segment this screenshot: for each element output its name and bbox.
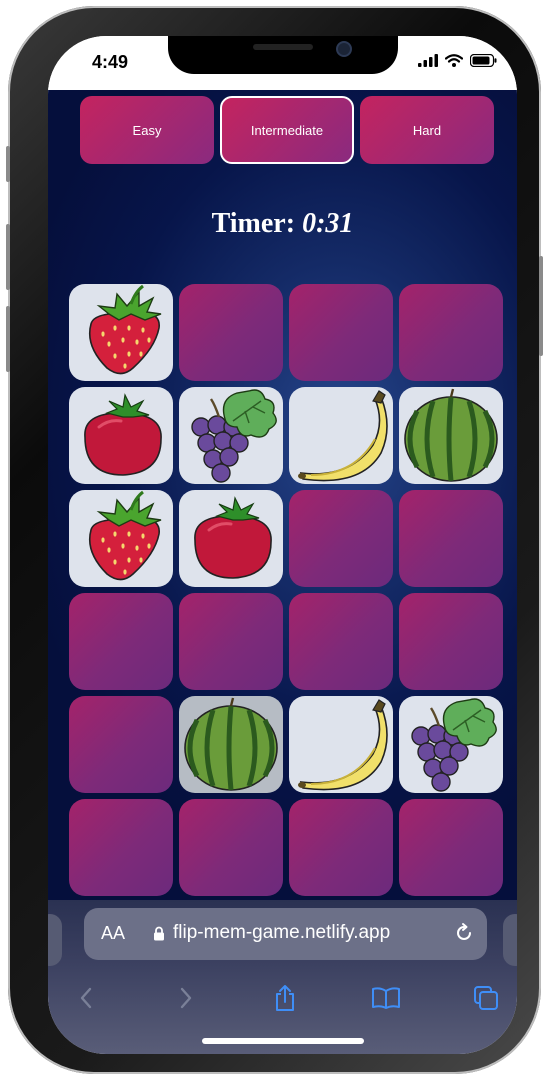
battery-icon [470,54,497,67]
tabs-button[interactable] [470,982,502,1014]
timer-value: 0:31 [302,208,354,239]
phone-frame: 4:49 Easy Intermediate Hard Timer: 0:31 … [6,6,543,1074]
wifi-icon [445,54,463,67]
notch [168,36,398,74]
card-tomato[interactable] [179,490,283,587]
grapes-icon [191,389,277,483]
front-camera [336,41,352,57]
url-text: flip-mem-game.netlify.app [173,922,391,943]
card-grapes[interactable] [399,696,503,793]
browser-toolbar [48,976,517,1020]
banana-icon [298,390,388,482]
card-grapes[interactable] [179,387,283,484]
card-facedown[interactable] [69,593,173,690]
card-facedown[interactable] [289,284,393,381]
card-facedown[interactable] [69,799,173,896]
browser-chrome: AA flip-mem-game.netlify.app [48,900,517,1054]
forward-button[interactable] [170,982,202,1014]
text-size-label: AA [101,923,126,943]
banana-icon [298,699,388,791]
bookmarks-button[interactable] [370,982,402,1014]
power-button [539,256,543,356]
timer-label: Timer: [211,208,296,239]
status-icons [418,54,497,67]
status-bar: 4:49 [48,36,517,90]
cellular-signal-icon [418,54,438,67]
tomato-icon [84,393,162,476]
watermelon-icon [184,697,278,791]
previous-tab-preview[interactable] [48,914,62,966]
chevron-left-icon [80,987,92,1009]
card-banana[interactable] [289,387,393,484]
book-icon [372,987,400,1009]
text-size-button[interactable]: AA [101,923,125,944]
card-facedown[interactable] [179,799,283,896]
status-time: 4:49 [92,52,129,72]
card-grid [69,284,503,896]
card-facedown[interactable] [179,284,283,381]
card-strawberry[interactable] [69,284,173,381]
tomato-icon [194,496,272,579]
card-banana[interactable] [289,696,393,793]
lock-icon [154,926,164,941]
volume-up-button [6,224,10,290]
hard-button[interactable]: Hard [360,96,494,164]
back-button[interactable] [70,982,102,1014]
card-facedown[interactable] [69,696,173,793]
strawberry-icon [88,284,162,375]
card-facedown[interactable] [399,490,503,587]
strawberry-icon [88,490,162,581]
home-indicator [202,1038,364,1044]
volume-down-button [6,306,10,372]
tabs-icon [474,986,498,1010]
card-facedown[interactable] [179,593,283,690]
card-facedown[interactable] [399,799,503,896]
grapes-icon [411,698,497,792]
card-facedown[interactable] [289,593,393,690]
timer: Timer: 0:31 [48,208,517,240]
easy-button[interactable]: Easy [80,96,214,164]
reload-icon[interactable] [453,922,475,944]
intermediate-button[interactable]: Intermediate [220,96,354,164]
address-bar[interactable]: AA flip-mem-game.netlify.app [84,908,487,960]
share-icon [276,985,294,1011]
difficulty-selector: Easy Intermediate Hard [80,96,494,164]
card-facedown[interactable] [399,593,503,690]
card-watermelon[interactable] [179,696,283,793]
mute-switch [6,146,10,182]
card-strawberry[interactable] [69,490,173,587]
card-tomato[interactable] [69,387,173,484]
card-watermelon[interactable] [399,387,503,484]
game-area: Easy Intermediate Hard Timer: 0:31 [48,90,517,900]
share-button[interactable] [269,982,301,1014]
card-facedown[interactable] [289,490,393,587]
watermelon-icon [404,388,498,482]
chevron-right-icon [180,987,192,1009]
speaker [253,44,313,50]
screen: 4:49 Easy Intermediate Hard Timer: 0:31 … [48,36,517,1054]
card-facedown[interactable] [399,284,503,381]
next-tab-preview[interactable] [503,914,517,966]
card-facedown[interactable] [289,799,393,896]
